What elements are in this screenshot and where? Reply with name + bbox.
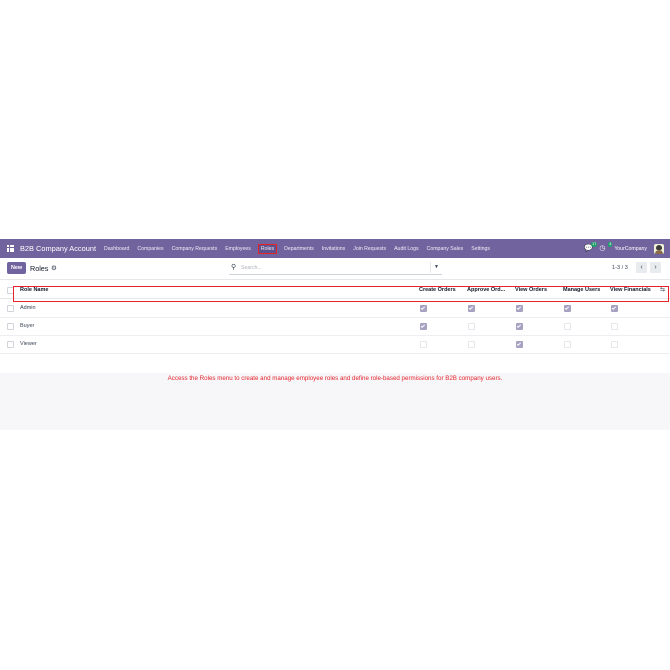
menu-invitations[interactable]: Invitations: [321, 245, 346, 253]
menu-roles[interactable]: Roles: [257, 243, 278, 254]
menu-company-sales[interactable]: Company Sales: [426, 245, 465, 253]
view-orders-checkbox: [516, 323, 523, 330]
col-manage-users[interactable]: Manage Users: [563, 282, 600, 298]
col-view-orders[interactable]: View Orders: [515, 282, 547, 298]
view-orders-checkbox: [516, 305, 523, 312]
activities-badge: 4: [608, 241, 613, 247]
company-switcher[interactable]: YourCompany: [614, 246, 647, 252]
row-select-checkbox[interactable]: [7, 305, 14, 312]
chat-icon[interactable]: 💬 17: [584, 241, 598, 253]
create-orders-checkbox: [420, 305, 427, 312]
app-window: B2B Company Account Dashboard Companies …: [0, 239, 670, 430]
messages-badge: 17: [591, 241, 598, 247]
role-name-cell[interactable]: Viewer: [20, 336, 37, 353]
caret-down-icon[interactable]: ▼: [430, 262, 442, 273]
view-financials-checkbox: [611, 323, 618, 330]
menu-settings[interactable]: Settings: [470, 245, 491, 253]
activity-clock-icon[interactable]: ◷ 4: [599, 241, 613, 253]
select-all-checkbox[interactable]: [7, 287, 14, 294]
roles-list: Role Name Create Orders Approve Ord... V…: [0, 280, 670, 373]
approve-orders-checkbox: [468, 323, 475, 330]
systray: 💬 17 ◷ 4 YourCompany: [584, 241, 664, 254]
chevron-right-icon[interactable]: ›: [650, 262, 661, 273]
col-approve-orders[interactable]: Approve Ord...: [467, 282, 505, 298]
view-financials-checkbox: [611, 341, 618, 348]
user-avatar[interactable]: [654, 243, 664, 254]
col-view-financials[interactable]: View Financials: [610, 282, 651, 298]
optional-columns-icon[interactable]: ⇆: [660, 282, 665, 298]
manage-users-checkbox: [564, 341, 571, 348]
breadcrumb: Roles: [30, 264, 49, 273]
menu-audit-logs[interactable]: Audit Logs: [393, 245, 420, 253]
menu-employees[interactable]: Employees: [224, 245, 252, 253]
approve-orders-checkbox: [468, 341, 475, 348]
table-row[interactable]: Buyer: [0, 318, 670, 336]
menu-join-requests[interactable]: Join Requests: [352, 245, 387, 253]
menu-departments[interactable]: Departments: [283, 245, 315, 253]
manage-users-checkbox: [564, 323, 571, 330]
app-brand[interactable]: B2B Company Account: [20, 244, 96, 253]
search-input[interactable]: [241, 263, 421, 272]
create-orders-checkbox: [420, 323, 427, 330]
create-orders-checkbox: [420, 341, 427, 348]
top-navbar: B2B Company Account Dashboard Companies …: [0, 239, 670, 258]
new-button[interactable]: New: [7, 262, 27, 274]
col-role-name[interactable]: Role Name: [20, 282, 48, 298]
role-name-cell[interactable]: Buyer: [20, 318, 34, 335]
gear-icon[interactable]: ⚙: [51, 263, 57, 274]
apps-grid-icon[interactable]: [7, 245, 14, 252]
table-row[interactable]: Viewer: [0, 336, 670, 354]
menu-companies[interactable]: Companies: [136, 245, 164, 253]
chevron-left-icon[interactable]: ‹: [636, 262, 647, 273]
view-orders-checkbox: [516, 341, 523, 348]
role-name-cell[interactable]: Admin: [20, 300, 36, 317]
manage-users-checkbox: [564, 305, 571, 312]
col-create-orders[interactable]: Create Orders: [419, 282, 456, 298]
view-financials-checkbox: [611, 305, 618, 312]
row-select-checkbox[interactable]: [7, 323, 14, 330]
menu-dashboard[interactable]: Dashboard: [103, 245, 130, 253]
table-header: Role Name Create Orders Approve Ord... V…: [0, 282, 670, 299]
row-select-checkbox[interactable]: [7, 341, 14, 348]
pager-value[interactable]: 1-3 / 3: [612, 264, 628, 273]
search-icon[interactable]: ⚲: [231, 263, 236, 273]
search-bar: ⚲ ▼: [229, 262, 442, 275]
menu-company-requests[interactable]: Company Requests: [171, 245, 219, 253]
instruction-note: Access the Roles menu to create and mana…: [167, 375, 503, 382]
table-row[interactable]: Admin: [0, 300, 670, 318]
control-panel: New Roles ⚙ ⚲ ▼ 1-3 / 3 ‹ ›: [0, 258, 670, 280]
approve-orders-checkbox: [468, 305, 475, 312]
